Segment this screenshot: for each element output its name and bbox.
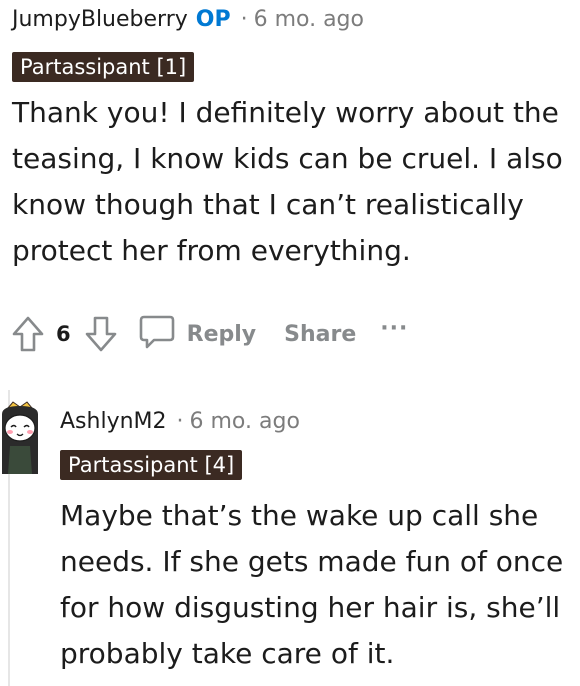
reply-label: Reply (186, 321, 257, 347)
vote-count: 6 (56, 322, 71, 346)
upvote-arrow-icon[interactable] (8, 314, 48, 354)
username[interactable]: AshlynM2 (60, 402, 167, 442)
op-badge: OP (195, 7, 231, 32)
timestamp[interactable]: 6 mo. ago (254, 0, 364, 40)
user-flair: Partassipant [4] (60, 450, 243, 480)
user-flair: Partassipant [1] (12, 52, 195, 82)
speech-bubble-icon (137, 312, 177, 356)
comment-body: Maybe that’s the wake up call she needs.… (60, 499, 564, 670)
comment-meta: AshlynM2 · 6 mo. ago (60, 402, 578, 442)
comment-jumpyblueberry: JumpyBlueberry OP · 6 mo. ago Partassipa… (12, 0, 578, 274)
username[interactable]: JumpyBlueberry (12, 0, 188, 40)
reply-button[interactable]: Reply (137, 312, 257, 356)
comment-meta: JumpyBlueberry OP · 6 mo. ago (12, 0, 578, 40)
comment-ashlynm2: AshlynM2 · 6 mo. ago Partassipant [4] Ma… (60, 402, 578, 677)
meta-separator: · (176, 409, 184, 434)
downvote-arrow-icon[interactable] (81, 314, 121, 354)
comment-body: Thank you! I definitely worry about the … (12, 96, 563, 267)
more-options-icon[interactable]: ··· (380, 316, 408, 341)
comment-action-bar: 6 Reply Share ··· (8, 312, 408, 356)
share-button[interactable]: Share (284, 322, 356, 347)
timestamp[interactable]: 6 mo. ago (190, 402, 300, 442)
snoo-avatar[interactable] (0, 400, 40, 474)
meta-separator: · (240, 7, 248, 32)
